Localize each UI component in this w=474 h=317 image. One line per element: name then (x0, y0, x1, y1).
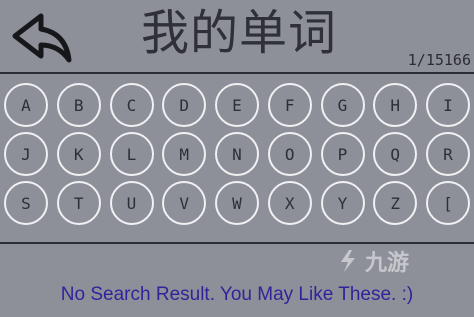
key-f[interactable]: F (267, 83, 312, 127)
key-v[interactable]: V (162, 181, 207, 225)
watermark-text: 九游 (365, 251, 410, 276)
key-r[interactable]: R (426, 132, 470, 176)
key-a[interactable]: A (4, 83, 48, 127)
key-bracket[interactable]: [ (426, 181, 470, 225)
search-result-message: No Search Result. You May Like These. :) (60, 284, 414, 305)
jiuyou-logo-icon (341, 250, 355, 272)
key-t[interactable]: T (56, 181, 101, 225)
word-counter: 1/15166 (407, 51, 471, 69)
key-d[interactable]: D (162, 83, 207, 127)
key-u[interactable]: U (109, 181, 154, 225)
key-q[interactable]: Q (373, 132, 418, 176)
key-e[interactable]: E (215, 83, 259, 127)
key-m[interactable]: M (162, 132, 207, 176)
keyboard-row: A B C D E F G H I (4, 83, 470, 127)
key-b[interactable]: B (56, 83, 101, 127)
header-divider (0, 72, 474, 74)
key-g[interactable]: G (320, 83, 365, 127)
key-i[interactable]: I (426, 83, 470, 127)
back-arrow-icon (12, 13, 72, 63)
watermark: 九游 (335, 245, 409, 277)
key-l[interactable]: L (109, 132, 154, 176)
back-button[interactable] (10, 12, 74, 64)
key-o[interactable]: O (267, 132, 312, 176)
key-k[interactable]: K (56, 132, 101, 176)
key-j[interactable]: J (4, 132, 48, 176)
key-z[interactable]: Z (373, 181, 418, 225)
key-p[interactable]: P (320, 132, 365, 176)
key-n[interactable]: N (215, 132, 259, 176)
page-title: 我的单词 (140, 5, 337, 61)
keyboard-divider (0, 242, 474, 244)
key-x[interactable]: X (267, 181, 312, 225)
key-s[interactable]: S (4, 181, 48, 225)
key-h[interactable]: H (373, 83, 418, 127)
key-y[interactable]: Y (320, 181, 365, 225)
keyboard-row: J K L M N O P Q R (4, 132, 470, 176)
key-w[interactable]: W (215, 181, 259, 225)
letter-keyboard: A B C D E F G H I J K L M N O P Q R S T … (4, 83, 470, 230)
key-c[interactable]: C (109, 83, 154, 127)
keyboard-row: S T U V W X Y Z [ (4, 181, 470, 225)
